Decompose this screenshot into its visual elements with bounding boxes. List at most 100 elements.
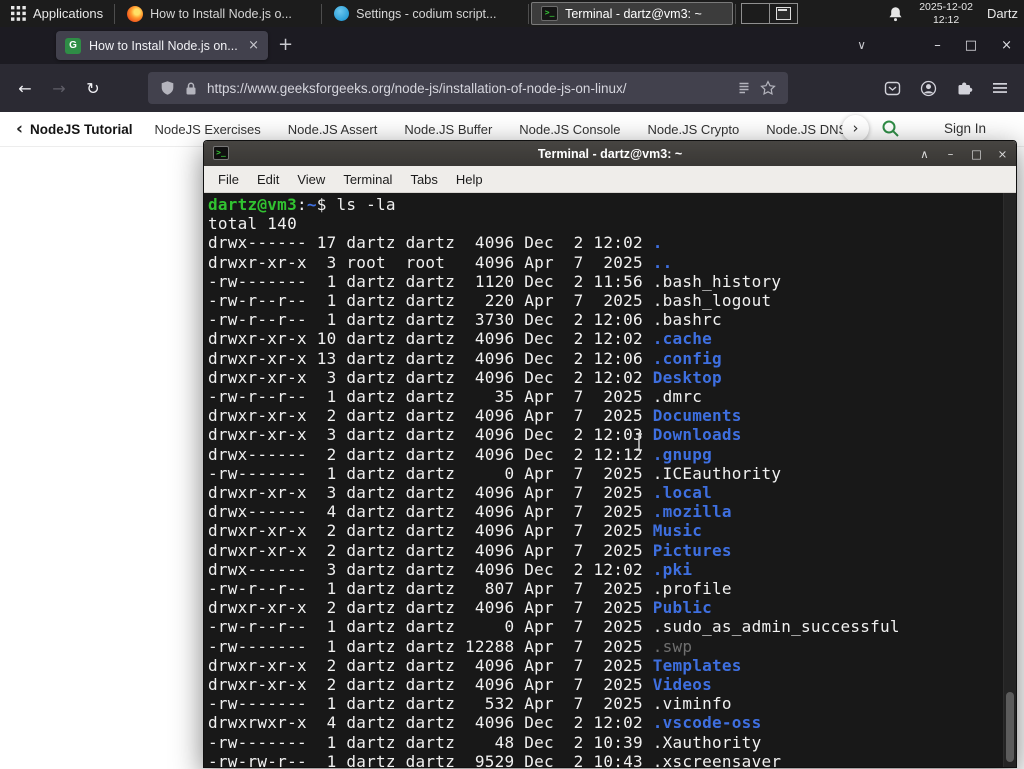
firefox-icon [127, 5, 144, 22]
terminal-line: drwxr-xr-x 2 dartz dartz 4096 Apr 7 2025… [208, 655, 742, 675]
terminal-line: drwx------ 17 dartz dartz 4096 Dec 2 12:… [208, 233, 663, 253]
terminal-scrollbar[interactable] [1003, 193, 1016, 767]
terminal-app-icon: >_ [213, 146, 229, 160]
forward-button[interactable]: → [42, 79, 76, 98]
workspace-window-thumbnail [776, 7, 792, 20]
terminal-line: -rw------- 1 dartz dartz 48 Dec 2 10:39 … [208, 732, 762, 752]
terminal-line: drwxr-xr-x 3 dartz dartz 4096 Apr 7 2025… [208, 483, 713, 503]
back-button[interactable]: ← [8, 79, 42, 98]
terminal-scrollbar-thumb[interactable] [1006, 692, 1014, 762]
terminal-menu-edit[interactable]: Edit [248, 172, 288, 187]
window-task-list: How to Install Node.js o... Settings - co… [115, 0, 737, 27]
taskbar-button-codium[interactable]: Settings - codium script... [324, 2, 526, 25]
terminal-line: -rw-r--r-- 1 dartz dartz 3730 Dec 2 12:0… [208, 310, 722, 330]
applications-menu-button[interactable]: Applications [0, 0, 114, 27]
tab-title: How to Install Node.js on... [89, 38, 238, 53]
terminal-line: dartz@vm3:~$ ls -la [208, 195, 396, 214]
terminal-line: drwxr-xr-x 3 dartz dartz 4096 Dec 2 12:0… [208, 425, 742, 445]
site-nav-forward-button[interactable]: › [842, 115, 869, 142]
browser-maximize-button[interactable]: □ [965, 38, 977, 53]
terminal-line: total 140 [208, 214, 297, 234]
terminal-line: drwxr-xr-x 2 dartz dartz 4096 Apr 7 2025… [208, 598, 713, 618]
reload-button[interactable]: ↻ [76, 79, 110, 98]
browser-tab-bar: G How to Install Node.js on... × + ∨ – □… [0, 27, 1024, 64]
site-search-icon[interactable] [881, 119, 900, 138]
terminal-shade-button[interactable]: ∧ [918, 147, 931, 161]
site-nav-link[interactable]: Node.JS Console [519, 122, 620, 137]
site-nav-primary-link[interactable]: NodeJS Tutorial [30, 122, 133, 137]
site-nav-links: NodeJS Exercises Node.JS Assert Node.JS Bu… [155, 122, 845, 137]
new-tab-button[interactable]: + [278, 27, 293, 64]
bookmark-star-icon[interactable] [760, 80, 776, 96]
browser-close-button[interactable]: × [1001, 38, 1012, 53]
browser-minimize-button[interactable]: – [934, 38, 941, 53]
url-bar[interactable]: https://www.geeksforgeeks.org/node-js/in… [148, 72, 788, 104]
taskbar-button-firefox[interactable]: How to Install Node.js o... [117, 2, 319, 25]
reader-view-icon[interactable] [737, 81, 751, 95]
applications-grid-icon [11, 6, 26, 21]
url-text[interactable]: https://www.geeksforgeeks.org/node-js/in… [207, 81, 728, 96]
site-nav-link[interactable]: NodeJS Exercises [155, 122, 261, 137]
terminal-line: drwxr-xr-x 2 dartz dartz 4096 Apr 7 2025… [208, 675, 713, 695]
tab-list-chevron-icon[interactable]: ∨ [857, 27, 866, 64]
terminal-menu-file[interactable]: File [209, 172, 248, 187]
workspace-switcher[interactable] [741, 3, 799, 24]
terminal-line: drwxr-xr-x 2 dartz dartz 4096 Apr 7 2025… [208, 406, 742, 426]
panel-clock[interactable]: 2025-12-02 12:12 [919, 1, 973, 26]
site-nav-back-chevron-icon[interactable]: ‹ [16, 119, 23, 139]
terminal-menu-terminal[interactable]: Terminal [334, 172, 401, 187]
mouse-cursor-ibeam [636, 433, 642, 451]
workspace-2[interactable] [769, 4, 797, 23]
clock-time: 12:12 [932, 13, 960, 26]
terminal-menu-tabs[interactable]: Tabs [401, 172, 446, 187]
terminal-line: -rw-r--r-- 1 dartz dartz 35 Apr 7 2025 .… [208, 387, 703, 407]
terminal-line: drwxr-xr-x 13 dartz dartz 4096 Dec 2 12:… [208, 348, 722, 368]
pocket-save-icon[interactable] [884, 80, 901, 97]
browser-window-controls: – □ × [934, 27, 1012, 64]
terminal-line: -rw-r--r-- 1 dartz dartz 0 Apr 7 2025 .s… [208, 617, 900, 637]
notifications-bell-icon[interactable] [888, 6, 903, 22]
desktop: { "colors": { "accent-green": "#2f8d46",… [0, 0, 1024, 769]
terminal-minimize-button[interactable]: – [944, 147, 957, 161]
taskbar-button-terminal[interactable]: >_ Terminal - dartz@vm3: ~ [531, 2, 734, 25]
terminal-output-area[interactable]: dartz@vm3:~$ ls -la total 140 drwx------ 1… [204, 193, 1016, 767]
browser-tab[interactable]: G How to Install Node.js on... × [56, 31, 268, 60]
codium-icon [334, 6, 350, 21]
panel-separator [321, 3, 323, 24]
menu-hamburger-icon[interactable] [992, 81, 1008, 95]
extensions-puzzle-icon[interactable] [956, 80, 973, 97]
terminal-output: dartz@vm3:~$ ls -la total 140 drwx------ 1… [208, 195, 1016, 767]
terminal-menu-help[interactable]: Help [447, 172, 492, 187]
terminal-window-controls: ∧ – □ × [918, 141, 1009, 166]
terminal-line: -rw------- 1 dartz dartz 12288 Apr 7 202… [208, 636, 693, 656]
applications-label: Applications [33, 6, 104, 21]
terminal-close-button[interactable]: × [996, 147, 1009, 161]
terminal-line: -rw------- 1 dartz dartz 532 Apr 7 2025 … [208, 694, 732, 714]
site-nav-link[interactable]: Node.JS Assert [288, 122, 378, 137]
terminal-line: drwx------ 2 dartz dartz 4096 Dec 2 12:1… [208, 444, 713, 464]
terminal-menubar: File Edit View Terminal Tabs Help [204, 166, 1016, 193]
panel-separator [735, 3, 737, 24]
workspace-1[interactable] [742, 4, 769, 23]
terminal-line: drwx------ 4 dartz dartz 4096 Apr 7 2025… [208, 502, 732, 522]
terminal-titlebar[interactable]: >_ Terminal - dartz@vm3: ~ ∧ – □ × [204, 141, 1016, 166]
site-nav-link[interactable]: Node.JS Buffer [404, 122, 492, 137]
tab-close-icon[interactable]: × [246, 38, 259, 53]
account-icon[interactable] [920, 80, 937, 97]
terminal-line: drwxr-xr-x 10 dartz dartz 4096 Dec 2 12:… [208, 329, 713, 349]
terminal-line: drwxr-xr-x 2 dartz dartz 4096 Apr 7 2025… [208, 521, 703, 541]
toolbar-right-icons [884, 80, 1016, 97]
terminal-menu-view[interactable]: View [288, 172, 334, 187]
site-nav-link[interactable]: Node.JS Crypto [647, 122, 739, 137]
terminal-maximize-button[interactable]: □ [970, 147, 983, 161]
site-nav-link[interactable]: Node.JS DNS [766, 122, 844, 137]
clock-date: 2025-12-02 [919, 1, 973, 13]
terminal-line: drwxr-xr-x 2 dartz dartz 4096 Apr 7 2025… [208, 540, 732, 560]
lock-icon[interactable] [184, 81, 198, 96]
tracking-protection-shield-icon[interactable] [160, 80, 175, 96]
terminal-title: Terminal - dartz@vm3: ~ [537, 146, 683, 161]
terminal-line: -rw------- 1 dartz dartz 1120 Dec 2 11:5… [208, 271, 782, 291]
taskbar-button-label: How to Install Node.js o... [150, 6, 292, 21]
terminal-line: drwx------ 3 dartz dartz 4096 Dec 2 12:0… [208, 559, 693, 579]
terminal-line: -rw-r--r-- 1 dartz dartz 807 Apr 7 2025 … [208, 579, 732, 599]
